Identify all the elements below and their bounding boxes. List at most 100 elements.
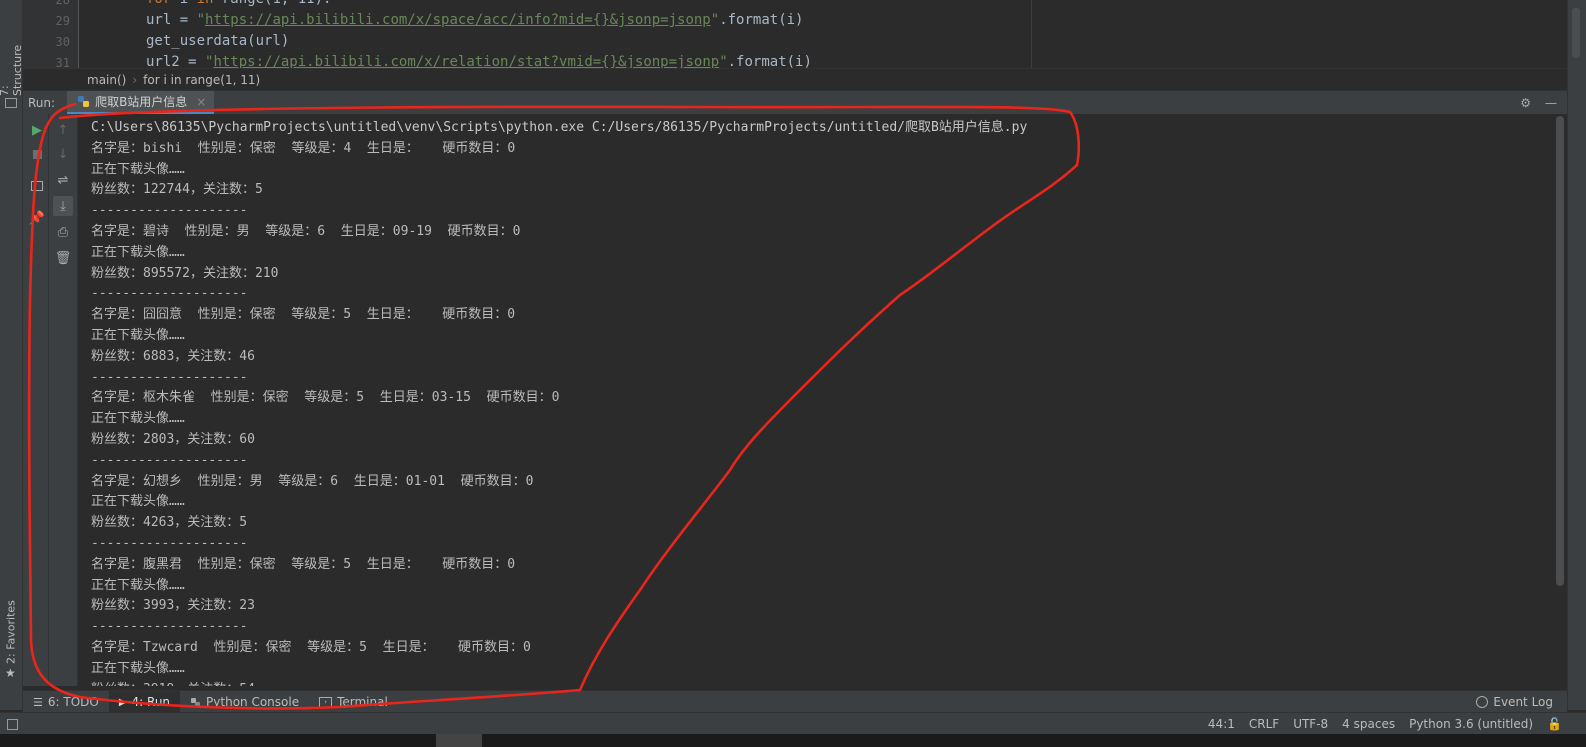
code-line: url = "https://api.bilibili.com/x/space/…	[146, 12, 803, 28]
editor-scroll-thumb[interactable]	[1572, 8, 1580, 58]
right-margin-guide	[1031, 0, 1032, 68]
caret-position[interactable]: 44:1	[1208, 717, 1235, 731]
line-separator[interactable]: CRLF	[1249, 717, 1279, 731]
code-line: get_userdata(url)	[146, 33, 289, 49]
right-tool-strip	[1567, 0, 1586, 710]
structure-tab[interactable]: 7: Structure	[0, 32, 24, 96]
run-toolbar-secondary: ↑ ↓ ⇌ ⤓ ⎙ 🗑	[49, 114, 78, 686]
console-line: --------------------	[91, 203, 248, 219]
run-tab[interactable]: ▶ 4: Run	[108, 691, 181, 713]
file-encoding[interactable]: UTF-8	[1293, 717, 1328, 731]
code-token: "	[710, 12, 720, 28]
console-line: 正在下载头像……	[91, 161, 185, 177]
code-token: .format(i)	[727, 54, 812, 68]
console-line: 名字是：碧诗 性别是：男 等级是：6 生日是：09-19 硬币数目：0	[91, 223, 521, 239]
line-number: 28	[55, 0, 70, 7]
close-tab-icon[interactable]: ×	[196, 95, 206, 109]
console-line: 粉丝数：6883，关注数：46	[91, 348, 255, 364]
terminal-tab-label: Terminal	[337, 695, 388, 709]
python-console-icon	[191, 697, 201, 707]
code-token: url2 =	[146, 54, 206, 68]
todo-tab[interactable]: ☰ 6: TODO	[23, 691, 109, 713]
layout-toggle-icon[interactable]	[27, 176, 47, 196]
arrow-down-icon[interactable]: ↓	[53, 144, 73, 164]
code-editor[interactable]: 28293031 for i in range(1, 11):url = "ht…	[23, 0, 1567, 68]
console-line: 名字是：腹黑君 性别是：保密 等级是：5 生日是： 硬币数目：0	[91, 556, 516, 572]
code-url[interactable]: https://api.bilibili.com/x/space/acc/inf…	[205, 12, 711, 28]
code-token: "	[196, 12, 206, 28]
code-token: get_userdata(url)	[146, 33, 290, 49]
console-line: 粉丝数：3993，关注数：23	[91, 598, 255, 614]
indent-setting[interactable]: 4 spaces	[1342, 717, 1395, 731]
code-token: in	[197, 0, 222, 7]
structure-tab-label: 7: Structure	[0, 44, 24, 96]
console-output[interactable]: C:\Users\86135\PycharmProjects\untitled\…	[78, 114, 1567, 686]
line-number: 31	[55, 56, 70, 68]
console-line: 粉丝数：4263，关注数：5	[91, 515, 248, 531]
status-bar: 44:1 CRLF UTF-8 4 spaces Python 3.6 (unt…	[0, 712, 1586, 735]
console-line: 粉丝数：2803，关注数：60	[91, 431, 255, 447]
breadcrumb-item-loop[interactable]: for i in range(1, 11)	[143, 73, 260, 87]
soft-wrap-icon[interactable]: ⇌	[53, 170, 73, 190]
console-line: --------------------	[91, 452, 248, 468]
python-console-tab[interactable]: Python Console	[180, 691, 309, 713]
left-tool-strip: 7: Structure 2: Favorites ★	[0, 0, 24, 725]
terminal-tab[interactable]: › Terminal	[309, 691, 398, 713]
minimize-icon[interactable]: —	[1545, 96, 1557, 110]
line-gutter: 28 29 30 31	[23, 0, 79, 68]
stop-icon[interactable]	[27, 144, 47, 164]
code-token: range(1, 11):	[222, 0, 332, 7]
breadcrumb-item-main[interactable]: main()	[87, 73, 126, 87]
event-log-tab[interactable]: Event Log	[1476, 695, 1567, 709]
run-config-tab[interactable]: 爬取B站用户信息 ×	[67, 91, 215, 114]
play-icon: ▶	[118, 696, 127, 708]
console-line: 正在下载头像……	[91, 660, 185, 676]
run-toolbar-primary: ▶ 📌	[23, 114, 49, 686]
lock-icon[interactable]: 🔓	[1547, 717, 1562, 731]
tool-window-bar: ☰ 6: TODO ▶ 4: Run Python Console › Term…	[23, 690, 1567, 713]
pin-icon[interactable]: 📌	[27, 208, 47, 228]
console-command-line: C:\Users\86135\PycharmProjects\untitled\…	[91, 120, 1028, 135]
console-lines: C:\Users\86135\PycharmProjects\untitled\…	[91, 118, 1027, 686]
line-number: 29	[55, 14, 70, 28]
tool-windows-icon[interactable]	[7, 718, 18, 730]
favorites-tab[interactable]: 2: Favorites	[1, 600, 21, 664]
gear-icon[interactable]: ⚙	[1520, 96, 1531, 110]
console-line: 粉丝数：895572，关注数：210	[91, 265, 279, 281]
console-line: --------------------	[91, 369, 248, 385]
event-log-label: Event Log	[1493, 695, 1553, 709]
console-line: --------------------	[91, 535, 248, 551]
todo-tab-label: 6: TODO	[47, 695, 99, 709]
interpreter[interactable]: Python 3.6 (untitled)	[1409, 717, 1533, 731]
console-line: --------------------	[91, 286, 248, 302]
console-scrollbar[interactable]	[1556, 116, 1564, 586]
print-icon[interactable]: ⎙	[53, 222, 73, 242]
console-line: 粉丝数：122744，关注数：5	[91, 182, 263, 198]
arrow-up-icon[interactable]: ↑	[53, 120, 73, 140]
rerun-icon[interactable]: ▶	[27, 120, 47, 140]
console-line: 名字是：枢木朱雀 性别是：保密 等级是：5 生日是：03-15 硬币数目：0	[91, 390, 560, 406]
line-number: 30	[55, 35, 70, 49]
run-config-tab-title: 爬取B站用户信息	[95, 95, 188, 109]
terminal-icon: ›	[319, 696, 333, 708]
console-line: 名字是：幻想乡 性别是：男 等级是：6 生日是：01-01 硬币数目：0	[91, 473, 534, 489]
scroll-to-end-icon[interactable]: ⤓	[53, 196, 73, 216]
taskbar-active-item[interactable]	[436, 734, 482, 747]
console-line: 粉丝数：3919，关注数：54	[91, 680, 1027, 686]
run-panel-label: Run:	[28, 95, 56, 110]
code-token: .format(i)	[719, 12, 804, 28]
run-tab-label: 4: Run	[131, 695, 171, 709]
code-token: url =	[146, 12, 197, 28]
code-token: "	[719, 54, 728, 68]
favorites-tab-label: 2: Favorites	[4, 600, 18, 664]
list-icon: ☰	[33, 695, 43, 709]
trash-icon[interactable]: 🗑	[53, 248, 73, 268]
star-icon: ★	[5, 666, 16, 680]
code-line: url2 = "https://api.bilibili.com/x/relat…	[146, 54, 812, 68]
event-log-icon	[1476, 696, 1489, 708]
console-line: 名字是：Tzwcard 性别是：保密 等级是：5 生日是： 硬币数目：0	[91, 639, 531, 655]
console-line: --------------------	[91, 619, 248, 635]
code-url[interactable]: https://api.bilibili.com/x/relation/stat…	[213, 54, 719, 68]
console-line: 正在下载头像……	[91, 411, 185, 427]
console-line: 名字是：bishi 性别是：保密 等级是：4 生日是： 硬币数目：0	[91, 140, 516, 156]
